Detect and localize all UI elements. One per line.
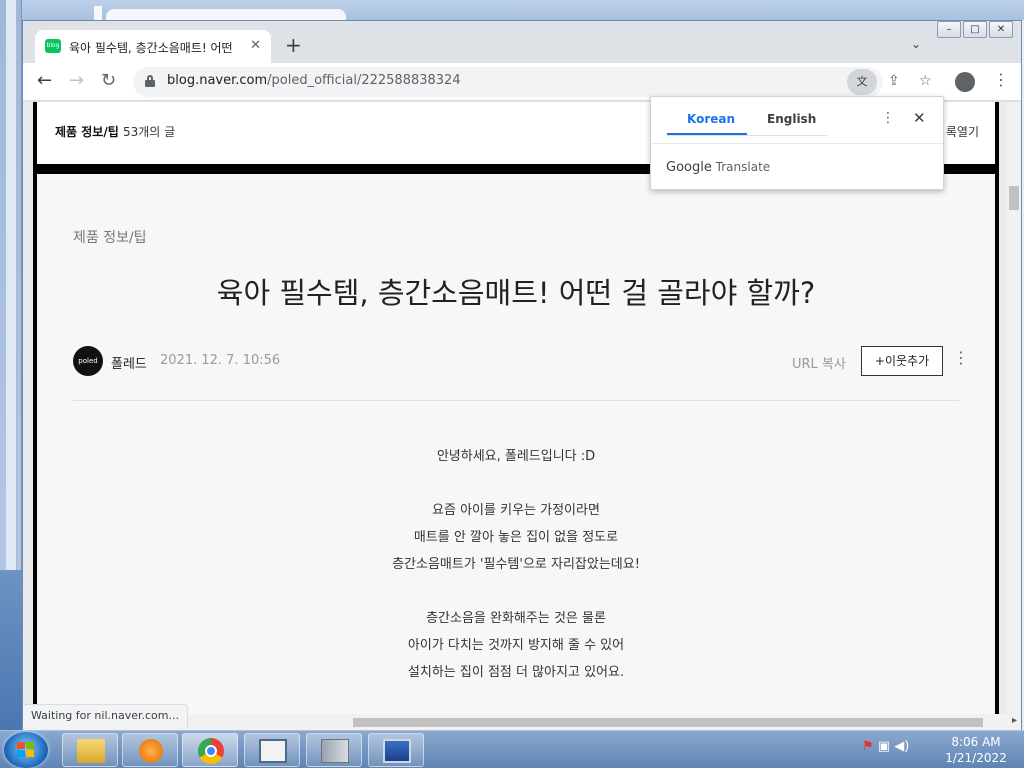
category-name: 제품 정보/팁: [55, 125, 119, 139]
active-tab[interactable]: blog 육아 필수템, 층간소음매트! 어떤 ✕: [35, 30, 271, 63]
background-window-titlebar: [22, 0, 1024, 21]
desktop-area: [0, 570, 22, 730]
server-lock-icon: [321, 739, 349, 763]
network-computer-icon: [383, 739, 411, 763]
author-name[interactable]: 폴레드: [111, 353, 147, 372]
share-icon[interactable]: ⇪: [888, 73, 900, 89]
translate-popup: Korean English ⋮ ✕ Google Translate: [650, 96, 944, 190]
list-open-link[interactable]: 록열기: [946, 123, 979, 140]
status-bubble: Waiting for nil.naver.com...: [23, 704, 188, 728]
post-more-icon[interactable]: ⋮: [953, 348, 969, 367]
new-tab-button[interactable]: +: [285, 35, 302, 55]
taskbar-explorer[interactable]: [62, 733, 118, 767]
taskbar: ⚑ ▣ ◀) 8:06 AM 1/21/2022: [0, 730, 1024, 768]
body-line: 요즘 아이를 키우는 가정이라면: [432, 503, 600, 518]
window-app-icon: [259, 739, 287, 763]
post-body: 안녕하세요, 폴레드입니다 :D 요즘 아이를 키우는 가정이라면 매트를 안 …: [37, 443, 995, 686]
translate-icon[interactable]: 文: [847, 69, 877, 95]
bookmark-star-icon[interactable]: ☆: [919, 73, 932, 89]
page-content: 제품 정보/팁 53개의 글 록열기 제품 정보/팁 육아 필수템, 층간소음매…: [23, 102, 1007, 714]
tab-close-icon[interactable]: ✕: [250, 38, 261, 53]
tab-search-icon[interactable]: ⌄: [911, 37, 921, 51]
active-language-underline: [667, 133, 747, 135]
target-language-tab[interactable]: English: [767, 112, 816, 126]
post-category-link[interactable]: 제품 정보/팁: [73, 227, 147, 247]
background-window-edge: [0, 0, 22, 730]
browser-menu-icon[interactable]: ⋮: [993, 71, 1009, 89]
background-window-panel: [6, 0, 17, 570]
volume-icon[interactable]: ◀): [894, 739, 909, 754]
clock-time: 8:06 AM: [951, 735, 1001, 749]
post-title: 육아 필수템, 층간소음매트! 어떤 걸 골라야 할까?: [216, 276, 816, 310]
media-player-icon: [139, 739, 163, 763]
translate-options-icon[interactable]: ⋮: [881, 110, 895, 126]
author-avatar[interactable]: poled: [73, 346, 103, 376]
post-date: 2021. 12. 7. 10:56: [160, 353, 281, 368]
language-tabs-rule: [667, 135, 827, 136]
folder-icon: [77, 739, 105, 763]
minimize-button[interactable]: –: [937, 21, 961, 38]
translate-brand-label: Translate: [715, 160, 771, 174]
back-arrow-icon[interactable]: ←: [37, 72, 52, 90]
translate-close-icon[interactable]: ✕: [913, 109, 926, 127]
vertical-scroll-thumb[interactable]: [1009, 186, 1019, 210]
url-text[interactable]: blog.naver.com/poled_official/2225888383…: [167, 73, 461, 88]
chrome-icon: [198, 738, 224, 764]
url-host: blog.naver.com: [167, 73, 268, 88]
close-window-button[interactable]: ✕: [989, 21, 1013, 38]
lock-icon[interactable]: [145, 75, 155, 87]
body-line: 설치하는 집이 점점 더 많아지고 있어요.: [407, 665, 625, 680]
scroll-right-arrow-icon[interactable]: ▸: [1012, 715, 1017, 726]
add-neighbor-button[interactable]: +이웃추가: [861, 346, 943, 376]
taskbar-server[interactable]: [306, 733, 362, 767]
category-title[interactable]: 제품 정보/팁 53개의 글: [55, 123, 175, 140]
background-tab-edge: [94, 6, 102, 20]
body-line: 매트를 안 깔아 놓은 집이 없을 정도로: [413, 530, 619, 545]
google-translate-brand: Google Translate: [666, 160, 770, 175]
horizontal-scroll-thumb[interactable]: [353, 718, 983, 727]
google-logo-text: Google: [666, 160, 712, 175]
url-path: /poled_official/222588838324: [267, 73, 461, 88]
network-icon[interactable]: ▣: [878, 739, 890, 754]
maximize-button[interactable]: □: [963, 21, 987, 38]
system-tray: ⚑ ▣ ◀): [862, 739, 909, 754]
taskbar-chrome[interactable]: [182, 733, 238, 767]
body-line: 안녕하세요, 폴레드입니다 :D: [436, 449, 596, 464]
clock-date: 1/21/2022: [945, 751, 1007, 765]
reload-icon[interactable]: ↻: [101, 72, 116, 90]
body-line: 아이가 다치는 것까지 방지해 줄 수 있어: [407, 638, 625, 653]
vertical-scrollbar[interactable]: [1007, 102, 1021, 714]
post-header-divider: [73, 400, 959, 401]
taskbar-app[interactable]: [244, 733, 300, 767]
url-copy-button[interactable]: URL 복사: [792, 353, 846, 372]
forward-arrow-icon[interactable]: →: [69, 72, 84, 90]
taskbar-media-player[interactable]: [122, 733, 178, 767]
windows-logo-icon: [17, 742, 35, 758]
blog-post: 제품 정보/팁 육아 필수템, 층간소음매트! 어떤 걸 골라야 할까? pol…: [33, 174, 999, 714]
action-center-icon[interactable]: ⚑: [862, 739, 874, 754]
category-count: 53개의 글: [122, 125, 176, 139]
window-controls: – □ ✕: [937, 21, 1013, 38]
taskbar-clock[interactable]: 8:06 AM 1/21/2022: [936, 734, 1016, 766]
body-line: 층간소음매트가 '필수템'으로 자리잡았는데요!: [392, 557, 640, 572]
popup-divider: [651, 143, 943, 144]
naver-blog-favicon-icon: blog: [45, 39, 61, 53]
source-language-tab[interactable]: Korean: [687, 112, 735, 126]
taskbar-network[interactable]: [368, 733, 424, 767]
address-bar[interactable]: blog.naver.com/poled_official/2225888383…: [133, 67, 932, 97]
tab-strip: blog 육아 필수템, 층간소음매트! 어떤 ✕ + ⌄ – □ ✕: [23, 21, 1021, 63]
body-line: 층간소음을 완화해주는 것은 물론: [426, 611, 606, 626]
tab-title: 육아 필수템, 층간소음매트! 어떤: [69, 41, 233, 55]
start-button[interactable]: [4, 732, 48, 768]
profile-avatar-icon[interactable]: [955, 72, 975, 92]
